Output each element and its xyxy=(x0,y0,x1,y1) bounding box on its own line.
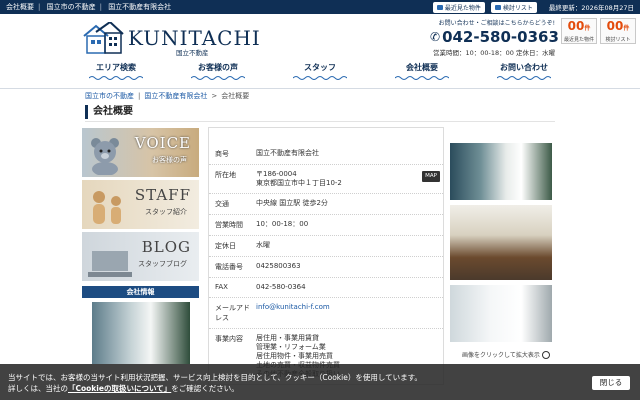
last-updated: 最終更新：2026年08月27日 xyxy=(548,4,634,12)
map-button[interactable]: MAP xyxy=(422,171,440,182)
top-bar: 会社概要 | 国立市の不動産 | 国立不動産有限会社 最近見た物件 検討リスト 最終… xyxy=(0,0,640,14)
figures-icon xyxy=(93,191,121,224)
company-info-table: 商号 国立不動産有限会社 所在地 〒186-0004 東京都国立市中１丁目10-2 MA… xyxy=(208,127,444,385)
address-line2: 東京都国立市中１丁目10-2 xyxy=(256,179,342,187)
table-row: FAX 042-580-0364 xyxy=(209,278,443,298)
table-row: 電話番号 0425800363 xyxy=(209,257,443,278)
top-links: 会社概要 | 国立市の不動産 | 国立不動産有限会社 xyxy=(6,3,172,11)
table-row: 定休日 水曜 xyxy=(209,236,443,257)
company-info-heading: 会社情報 xyxy=(82,286,199,298)
table-row: 交通 中央線 国立駅 徒歩2分 xyxy=(209,194,443,215)
bear-icon xyxy=(91,138,119,175)
page-title: 会社概要 xyxy=(85,102,555,122)
table-row: 所在地 〒186-0004 東京都国立市中１丁目10-2 MAP xyxy=(209,165,443,194)
list-icon xyxy=(494,4,501,10)
breadcrumb-home[interactable]: 国立市の不動産 xyxy=(85,92,134,100)
nav-voice[interactable]: お客様の声 xyxy=(187,62,249,84)
cookie-text: 当サイトでは、お客様の当サイト利用状況把握、サービス向上検討を目的として、クッキ… xyxy=(8,373,422,393)
blog-banner[interactable]: BLOG スタッフブログ xyxy=(82,232,199,281)
table-row: メールアドレス info@kunitachi-f.com xyxy=(209,298,443,329)
nav-staff[interactable]: スタッフ xyxy=(289,62,351,84)
wave-decoration xyxy=(497,76,551,80)
house-logo-icon xyxy=(83,22,124,54)
wave-decoration xyxy=(89,76,143,80)
favorites-button[interactable]: 検討リスト xyxy=(490,1,537,13)
photo-caption: 画像をクリックして拡大表示 xyxy=(462,350,550,359)
phone-number[interactable]: ✆ 042-580-0363 xyxy=(430,28,559,46)
logo-sub: 国立不動産 xyxy=(176,49,209,57)
counters: 00件 最近見た物件 00件 検討リスト xyxy=(561,18,636,44)
cookie-banner: 当サイトでは、お客様の当サイト利用状況把握、サービス向上検討を目的として、クッキ… xyxy=(0,364,640,400)
phone-icon: ✆ xyxy=(430,30,441,44)
office-exterior-photo[interactable] xyxy=(450,143,552,200)
wave-decoration xyxy=(395,76,449,80)
magnifier-icon xyxy=(541,351,550,359)
header-divider xyxy=(0,88,640,89)
wave-decoration xyxy=(191,76,245,80)
table-row: 営業時間 10：00-18：00 xyxy=(209,215,443,236)
storefront-photo[interactable] xyxy=(92,302,190,364)
main-nav: エリア検索 お客様の声 スタッフ 会社概要 お問い合わせ xyxy=(85,62,555,84)
breadcrumb: 国立市の不動産 | 国立不動産有限会社 > 会社概要 xyxy=(85,92,250,100)
top-link-area[interactable]: 国立市の不動産 xyxy=(47,3,96,11)
laptop-icon xyxy=(88,251,132,277)
wave-decoration xyxy=(293,76,347,80)
address-line1: 〒186-0004 xyxy=(256,170,297,178)
cookie-policy-link[interactable]: 「Cookieの取扱いについて」 xyxy=(68,384,171,393)
voice-banner[interactable]: VOICE お客様の声 xyxy=(82,128,199,177)
house-icon xyxy=(436,4,443,10)
site-logo[interactable]: KUNITACHI 国立不動産 xyxy=(82,22,262,58)
contact-block: お問い合わせ・ご相談はこちらからどうぞ! ✆ 042-580-0363 営業時間：… xyxy=(430,18,559,57)
recent-viewed-button[interactable]: 最近見た物件 xyxy=(432,1,485,13)
table-row: 商号 国立不動産有限会社 xyxy=(209,128,443,165)
contact-note: お問い合わせ・ご相談はこちらからどうぞ! xyxy=(438,20,555,27)
breadcrumb-company-name[interactable]: 国立不動産有限会社 xyxy=(144,92,207,100)
top-link-company[interactable]: 会社概要 xyxy=(6,3,34,11)
top-link-name[interactable]: 国立不動産有限会社 xyxy=(108,3,171,11)
nav-contact[interactable]: お問い合わせ xyxy=(493,62,555,84)
favorites-counter[interactable]: 00件 検討リスト xyxy=(600,18,636,44)
office-interior-photo[interactable] xyxy=(450,205,552,280)
email-link[interactable]: info@kunitachi-f.com xyxy=(256,303,330,311)
business-hours: 営業時間：10：00-18：00 定休日：水曜 xyxy=(433,49,555,57)
breadcrumb-current: 会社概要 xyxy=(221,92,250,100)
recent-counter[interactable]: 00件 最近見た物件 xyxy=(561,18,597,44)
staff-banner[interactable]: STAFF スタッフ紹介 xyxy=(82,180,199,229)
nav-company[interactable]: 会社概要 xyxy=(391,62,453,84)
cookie-close-button[interactable]: 閉じる xyxy=(592,376,630,390)
nav-area-search[interactable]: エリア検索 xyxy=(85,62,147,84)
office-meeting-photo[interactable] xyxy=(450,285,552,342)
